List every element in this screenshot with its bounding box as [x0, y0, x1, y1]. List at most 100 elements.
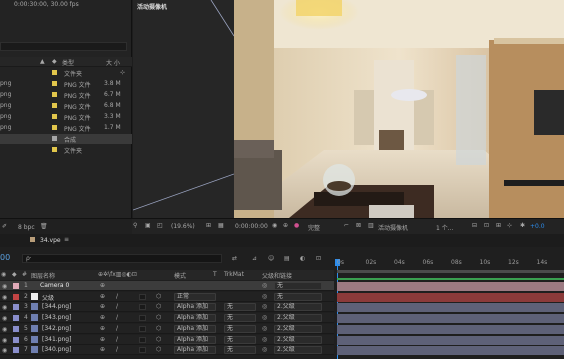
layer-row[interactable]: ◉ 4 [343.png] ⊕ / ⬡ Alpha 添加无 ◎ 2.父级 [0, 313, 334, 324]
project-item[interactable]: png PNG 文件 1.7 M [0, 123, 132, 133]
parent-header[interactable]: 父级和链接 [262, 271, 292, 280]
visibility-icon[interactable]: ◉ [2, 304, 7, 311]
effect-switch[interactable] [139, 347, 146, 354]
grid-icon[interactable]: ⊞ [206, 222, 211, 229]
project-item[interactable]: png PNG 文件 3.8 M [0, 79, 132, 89]
layer-name[interactable]: [340.png] [42, 346, 71, 353]
toggle-pixel-icon[interactable]: ⊟ [472, 222, 477, 229]
mask-icon[interactable]: ◰ [157, 222, 163, 229]
color-channel-icon[interactable]: ● [294, 222, 299, 229]
visibility-icon[interactable]: ◉ [2, 337, 7, 344]
parent-pickwhip-icon[interactable]: ◎ [262, 346, 267, 353]
3d-layer-icon[interactable]: ⬡ [156, 303, 161, 310]
layer-label-swatch[interactable] [13, 347, 19, 354]
frame-blending-icon[interactable]: ▤ [284, 255, 290, 262]
quality-switch-icon[interactable]: / [116, 336, 118, 343]
layer-name[interactable]: Camera 0 [40, 282, 69, 289]
visibility-icon[interactable]: ◉ [2, 315, 7, 322]
layer-label-swatch[interactable] [13, 283, 19, 289]
timeline-search-input[interactable]: ρ· [22, 254, 222, 263]
parent-dropdown[interactable]: 2.父级 [274, 346, 322, 355]
layer-switch-icon[interactable]: ⊕ [100, 303, 105, 310]
quality-switch-icon[interactable]: / [116, 293, 118, 300]
parent-dropdown[interactable]: 2.父级 [274, 303, 322, 312]
audio-video-icon[interactable]: ◉ [1, 271, 6, 278]
quality-switch-icon[interactable]: / [116, 325, 118, 332]
parent-dropdown[interactable]: 2.父级 [274, 314, 322, 323]
layer-name-header[interactable]: 图层名称 [31, 271, 55, 280]
snapshot-icon[interactable]: ◉ [272, 222, 277, 229]
layer-name[interactable]: [341.png] [42, 336, 71, 343]
tab-menu-icon[interactable]: ≡ [64, 236, 69, 243]
3d-view-icon[interactable]: ▥ [368, 222, 374, 229]
layer-name[interactable]: [344.png] [42, 303, 71, 310]
layer-row[interactable]: ◉ 6 [341.png] ⊕ / ⬡ Alpha 添加无 ◎ 2.父级 [0, 334, 334, 345]
mode-header[interactable]: 模式 [174, 271, 186, 280]
trkmat-dropdown[interactable]: 无 [224, 324, 256, 333]
layer-name[interactable]: 父级 [42, 293, 54, 302]
view-layout-dropdown[interactable]: 1 个... [436, 223, 453, 232]
flowchart-icon-2[interactable]: ⊹ [507, 222, 512, 229]
layer-name[interactable]: [342.png] [42, 325, 71, 332]
parent-dropdown[interactable]: 2.父级 [274, 324, 322, 333]
bpc-label[interactable]: 8 bpc [18, 224, 35, 231]
project-item[interactable]: png PNG 文件 3.3 M [0, 112, 132, 122]
layer-switch-icon[interactable]: ⊕ [100, 314, 105, 321]
layer-row[interactable]: ◉ 2 父级 ⊕ / ⬡ 正常 ◎ 无 [0, 291, 334, 302]
visibility-icon[interactable]: ◉ [2, 283, 7, 290]
parent-pickwhip-icon[interactable]: ◎ [262, 325, 267, 332]
resolution-dropdown[interactable]: 完整 [308, 223, 320, 232]
layer-label-swatch[interactable] [13, 336, 19, 343]
parent-dropdown[interactable]: 无 [274, 292, 322, 301]
blend-mode-dropdown[interactable]: Alpha 添加 [174, 324, 216, 333]
label-swatch[interactable] [52, 125, 57, 130]
label-swatch[interactable] [52, 70, 57, 75]
parent-dropdown[interactable]: 2.父级 [274, 335, 322, 344]
graph-editor-icon[interactable]: ⊡ [316, 255, 321, 262]
blend-mode-dropdown[interactable]: Alpha 添加 [174, 303, 216, 312]
layer-duration-bar[interactable] [337, 314, 564, 324]
blend-mode-dropdown[interactable]: Alpha 添加 [174, 335, 216, 344]
layer-row[interactable]: ◉ 7 [340.png] ⊕ / ⬡ Alpha 添加无 ◎ 2.父级 [0, 345, 334, 356]
blend-mode-dropdown[interactable]: 正常 [174, 292, 216, 301]
effect-switch[interactable] [139, 325, 146, 332]
blend-mode-dropdown[interactable]: Alpha 添加 [174, 346, 216, 355]
region-icon[interactable]: ▣ [145, 222, 151, 229]
label-swatch[interactable] [52, 81, 57, 86]
preview-icon[interactable]: ⊞ [496, 222, 501, 229]
visibility-icon[interactable]: ◉ [2, 294, 7, 301]
layer-duration-bar[interactable] [337, 303, 564, 313]
motion-blur-icon[interactable]: ◐ [300, 255, 305, 262]
layer-label-swatch[interactable] [13, 325, 19, 332]
trkmat-dropdown[interactable]: 无 [224, 303, 256, 312]
layer-switch-icon[interactable]: ⊕ [100, 325, 105, 332]
transparency-icon[interactable]: ▦ [218, 222, 224, 229]
tag-icon[interactable]: ▲ [40, 58, 45, 65]
trkmat-dropdown[interactable]: 无 [224, 346, 256, 355]
project-item[interactable]: 文件夹 [0, 145, 132, 155]
label-swatch[interactable] [52, 92, 57, 97]
layer-row[interactable]: ◉ 3 [344.png] ⊕ / ⬡ Alpha 添加无 ◎ 2.父级 [0, 302, 334, 313]
visibility-icon[interactable]: ◉ [2, 326, 7, 333]
effect-switch[interactable] [139, 293, 146, 300]
3d-layer-icon[interactable]: ⬡ [156, 346, 161, 353]
number-column-icon[interactable]: # [22, 271, 27, 278]
camera-view-dropdown[interactable]: 活动摄像机 [378, 223, 408, 232]
3d-layer-icon[interactable]: ⬡ [156, 325, 161, 332]
trkmat-dropdown[interactable]: 无 [224, 314, 256, 323]
parent-pickwhip-icon[interactable]: ◎ [262, 303, 267, 310]
label-column-icon[interactable]: ◆ [12, 271, 17, 278]
size-header[interactable]: 大 小 [106, 58, 120, 67]
brush-icon[interactable]: ✐ [2, 223, 7, 230]
label-swatch[interactable] [52, 114, 57, 119]
switches-icons[interactable]: ⊕✲\fx▥◎◐⊡ [98, 271, 137, 278]
parent-pickwhip-icon[interactable]: ◎ [262, 293, 267, 300]
exposure-value[interactable]: +0.0 [530, 223, 545, 230]
quality-switch-icon[interactable]: / [116, 314, 118, 321]
timeline-timecode[interactable]: 00 [0, 253, 10, 262]
effect-switch[interactable] [139, 315, 146, 322]
zoom-dropdown[interactable]: (19.6%) [171, 223, 195, 230]
transparency-grid-icon[interactable]: ⊠ [356, 222, 361, 229]
t-header[interactable]: T [213, 271, 217, 278]
shy-icon[interactable]: ☺ [268, 255, 274, 262]
